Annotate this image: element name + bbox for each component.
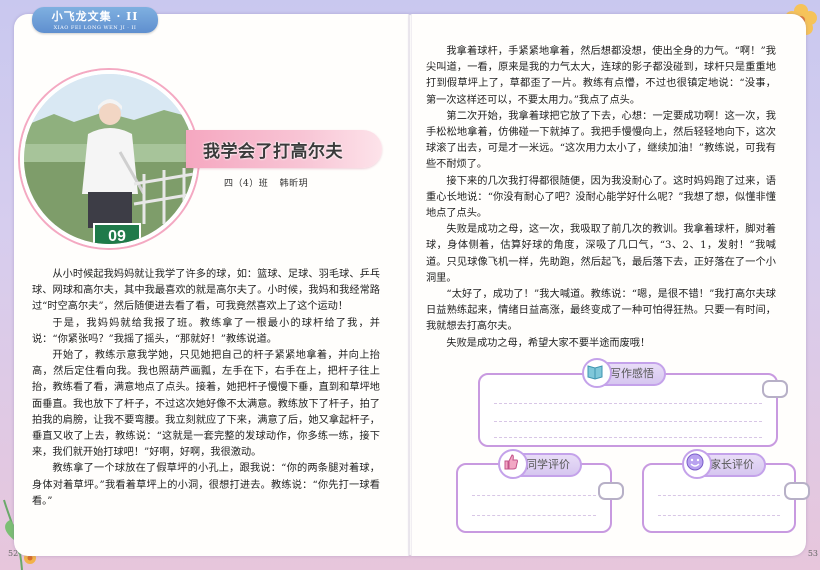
paragraph: 教练拿了一个球放在了假草坪的小孔上，跟我说：“你的两条腿对着球，身体对着草坪。”…	[32, 463, 380, 507]
paragraph: 失败是成功之母，希望大家不要半途而废哦！	[446, 337, 651, 349]
paper-clip	[762, 380, 788, 398]
peer-review-label-text: 同学评价	[526, 458, 570, 471]
paper-clip	[598, 482, 624, 500]
paragraph: “太好了，成功了！”我大喊道。教练说：“嗯，是很不错！”我打高尔夫球日益熟练起来…	[426, 289, 776, 333]
book-spine	[408, 14, 412, 556]
paper-clip	[784, 482, 810, 500]
reflection-label: 写作感悟	[582, 358, 666, 388]
left-body-text: 从小时候起我妈妈就让我学了许多的球，如：篮球、足球、羽毛球、乒乓球、网球和高尔夫…	[32, 267, 380, 510]
author-name: 韩昕玥	[279, 179, 309, 189]
series-subtitle: XIAO FEI LONG WEN JI · II	[53, 25, 137, 31]
author-photo: 09	[20, 70, 198, 248]
series-tab: 小飞龙文集 · II XIAO FEI LONG WEN JI · II	[32, 7, 158, 33]
class-name: 四（4）班	[224, 179, 269, 189]
paragraph: 失败是成功之母，这一次，我吸取了前几次的教训。我拿着球杆，脚对着球，身体侧着，估…	[426, 224, 776, 284]
golf-course-photo: 09	[24, 74, 194, 244]
paragraph: 第二次开始，我拿着球把它放了下去，心想：一定要成功啊！这一次，我手松松地拿着，仿…	[426, 110, 776, 171]
parent-review-label: 家长评价	[682, 449, 766, 479]
page-number-left: 52	[8, 549, 19, 558]
right-body-text: 我拿着球杆，手紧紧地拿着，然后想都没想，使出全身的力气。“啊！”我尖叫道，一看，…	[426, 44, 776, 352]
paragraph: 开始了，教练示意我学她，只见她把自己的杆子紧紧地拿着，并向上抬高，然后定住看向我…	[32, 350, 380, 459]
peer-review-label: 同学评价	[498, 449, 582, 479]
page-number-right: 53	[807, 549, 818, 558]
reflection-label-text: 写作感悟	[610, 367, 654, 380]
thumbs-up-icon	[498, 449, 528, 479]
byline: 四（4）班 韩昕玥	[224, 176, 316, 189]
book-icon	[582, 358, 612, 388]
paragraph: 接下来的几次我打得都很随便，因为我没耐心了。这时妈妈跑了过来，语重心长地说：“你…	[426, 175, 776, 220]
paragraph: 我拿着球杆，手紧紧地拿着，然后想都没想，使出全身的力气。“啊！”我尖叫道，一看，…	[426, 46, 776, 106]
paragraph: 从小时候起我妈妈就让我学了许多的球，如：篮球、足球、羽毛球、乒乓球、网球和高尔夫…	[32, 269, 380, 313]
title-banner: 我学会了打高尔夫	[186, 130, 382, 168]
smiley-icon	[682, 449, 712, 479]
parent-review-label-text: 家长评价	[710, 458, 754, 471]
series-title: 小飞龙文集 · II	[51, 10, 139, 23]
paragraph: 于是，我妈妈就给我报了班。教练拿了一根最小的球杆给了我，并说：“你紧张吗？”我摇…	[32, 317, 380, 345]
photo-sign: 09	[108, 228, 126, 244]
article-title: 我学会了打高尔夫	[203, 142, 343, 162]
